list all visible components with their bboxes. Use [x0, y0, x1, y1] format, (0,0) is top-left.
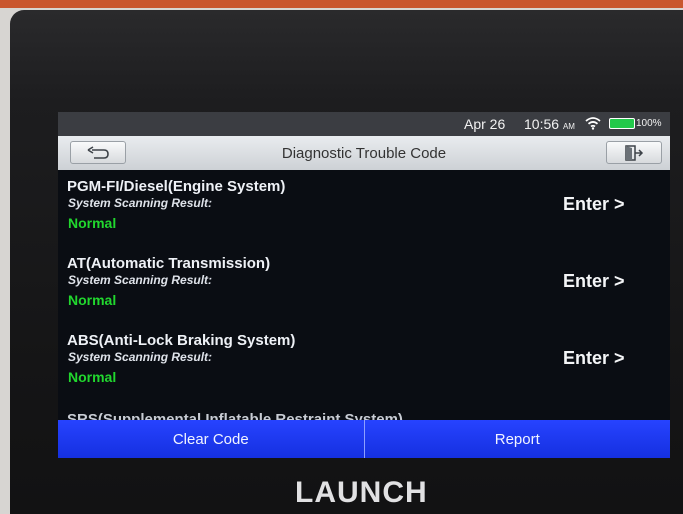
enter-button[interactable]: Enter > — [563, 271, 625, 292]
scan-label: System Scanning Result: — [68, 350, 213, 364]
screen: Apr 26 10:56 AM 100% Diagnostic Trouble … — [58, 112, 670, 458]
status-time-value: 10:56 — [524, 116, 560, 132]
scan-label: System Scanning Result: — [68, 196, 213, 210]
report-button[interactable]: Report — [363, 420, 670, 458]
list-item[interactable]: PGM-FI/Diesel(Engine System) System Scan… — [58, 174, 670, 252]
enter-button[interactable]: Enter > — [563, 348, 625, 369]
status-date: Apr 26 — [464, 116, 506, 132]
list-item[interactable]: AT(Automatic Transmission) System Scanni… — [58, 251, 670, 329]
page-title: Diagnostic Trouble Code — [281, 145, 447, 162]
scan-result: Normal — [68, 292, 117, 308]
battery-percent: 100% — [636, 118, 662, 129]
exit-button[interactable] — [606, 141, 662, 164]
scan-result: Normal — [68, 369, 117, 385]
system-name: PGM-FI/Diesel(Engine System) — [67, 178, 286, 195]
brand-logo: LAUNCH — [295, 476, 428, 509]
title-bar: Diagnostic Trouble Code — [58, 136, 670, 170]
status-time: 10:56 AM — [524, 116, 575, 132]
enter-button[interactable]: Enter > — [563, 194, 625, 215]
list-item[interactable]: ABS(Anti-Lock Braking System) System Sca… — [58, 328, 670, 406]
action-bar: Clear Code Report — [58, 420, 670, 458]
system-name-partial[interactable]: SRS(Supplemental Inflatable Restraint Sy… — [67, 410, 403, 420]
system-name: AT(Automatic Transmission) — [67, 255, 271, 272]
scan-result: Normal — [68, 215, 117, 231]
scan-label: System Scanning Result: — [68, 273, 213, 287]
system-list: PGM-FI/Diesel(Engine System) System Scan… — [58, 170, 670, 420]
back-button[interactable] — [70, 141, 126, 164]
system-name: ABS(Anti-Lock Braking System) — [67, 332, 296, 349]
wifi-icon — [585, 117, 601, 130]
exit-icon — [625, 144, 644, 161]
clear-code-button[interactable]: Clear Code — [58, 420, 364, 458]
status-ampm: AM — [562, 122, 575, 131]
status-bar: Apr 26 10:56 AM 100% — [58, 112, 670, 136]
battery-icon — [609, 118, 635, 129]
back-arrow-icon — [87, 145, 109, 159]
device-top-edge — [0, 0, 683, 8]
